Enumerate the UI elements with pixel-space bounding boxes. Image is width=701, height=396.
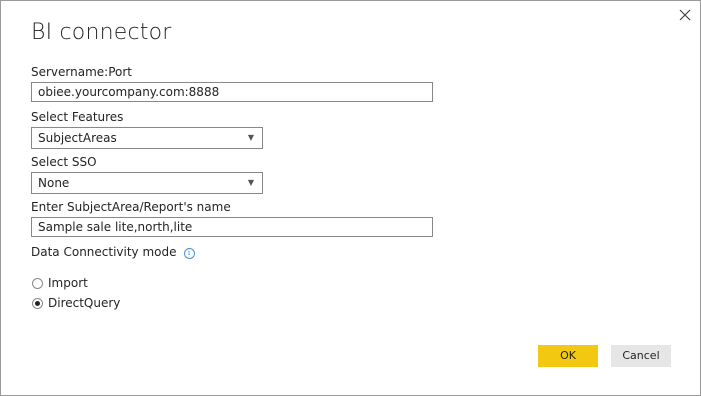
radio-directquery-circle[interactable] [32,297,43,309]
radio-import-label: Import [48,276,88,290]
connectivity-mode-text: Data Connectivity mode [31,245,177,259]
connectivity-mode-label: Data Connectivity mode i [31,245,195,259]
close-icon [679,9,691,21]
cancel-button[interactable]: Cancel [611,345,671,367]
select-features-dropdown[interactable]: SubjectAreas ▼ [31,127,263,149]
radio-selected-dot [35,300,40,306]
bi-connector-dialog: BI connector Servername:Port obiee.yourc… [0,0,701,396]
radio-import-circle[interactable] [32,277,43,289]
dialog-title: BI connector [31,20,172,45]
select-sso-label: Select SSO [31,155,97,169]
radio-directquery[interactable]: DirectQuery [32,295,120,311]
chevron-down-icon: ▼ [247,133,254,142]
subject-area-input[interactable]: Sample sale lite,north,lite [31,217,433,237]
servername-input[interactable]: obiee.yourcompany.com:8888 [31,82,433,102]
radio-import[interactable]: Import [32,275,88,291]
servername-label: Servername:Port [31,65,133,79]
select-features-label: Select Features [31,110,124,124]
radio-directquery-label: DirectQuery [48,296,121,310]
close-button[interactable] [675,5,695,25]
subject-area-label: Enter SubjectArea/Report's name [31,200,231,214]
info-icon[interactable]: i [183,248,195,259]
select-features-value: SubjectAreas [38,131,117,145]
chevron-down-icon: ▼ [247,178,254,187]
select-sso-value: None [38,176,70,190]
select-sso-dropdown[interactable]: None ▼ [31,172,263,194]
ok-button[interactable]: OK [538,345,598,367]
